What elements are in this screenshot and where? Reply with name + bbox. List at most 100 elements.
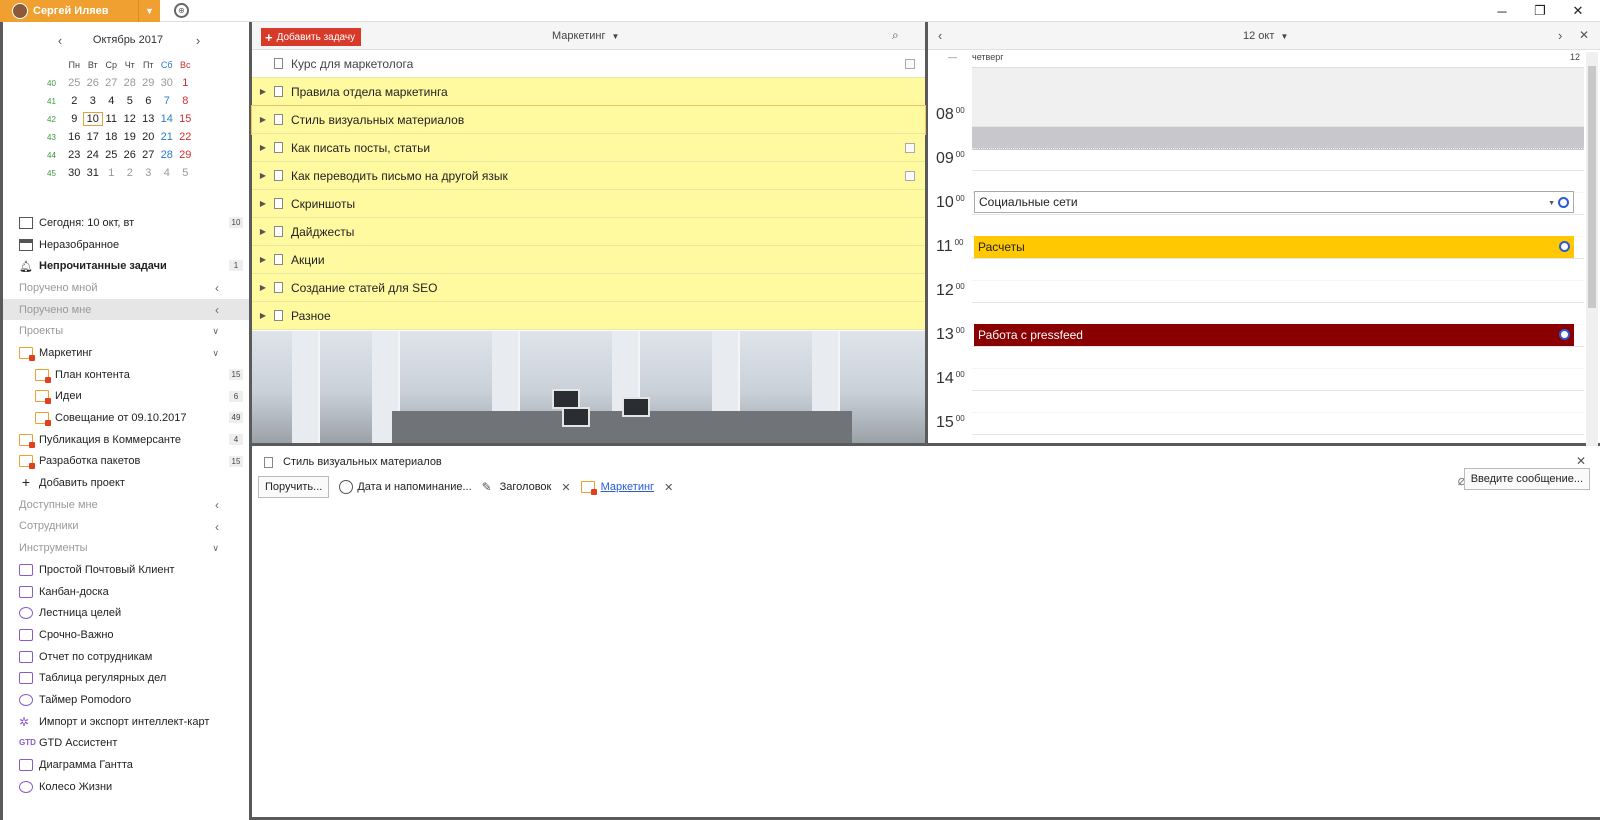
add-task-button[interactable]: + Добавить задачу xyxy=(261,28,361,46)
calendar-day[interactable]: 18 xyxy=(102,131,121,143)
calendar-day[interactable]: 16 xyxy=(65,131,84,143)
all-day-area[interactable] xyxy=(972,68,1584,126)
sidebar-item-ideas[interactable]: Идеи 6 xyxy=(3,386,249,408)
calendar-day[interactable]: 12 xyxy=(121,113,140,125)
add-project-button[interactable]: + Добавить проект xyxy=(3,472,249,494)
calendar-day[interactable]: 19 xyxy=(121,131,140,143)
sidebar-item-content-plan[interactable]: План контента 15 xyxy=(3,364,249,386)
calendar-day[interactable]: 24 xyxy=(84,149,103,161)
tool-kanban[interactable]: Канбан-доска xyxy=(3,581,249,603)
calendar-day[interactable]: 4 xyxy=(102,95,121,107)
restore-icon[interactable]: ❐ xyxy=(1522,0,1558,22)
expand-icon[interactable]: ▶ xyxy=(256,255,270,264)
sidebar-item-publication[interactable]: Публикация в Коммерсанте 4 xyxy=(3,429,249,451)
caret-down-icon[interactable]: ▼ xyxy=(1548,200,1555,207)
project-link[interactable]: Маркетинг xyxy=(601,481,654,493)
calendar-day[interactable]: 1 xyxy=(102,167,121,179)
chevron-down-icon[interactable]: ∨ xyxy=(212,543,219,554)
tool-goal-ladder[interactable]: Лестница целей xyxy=(3,602,249,624)
calendar-day[interactable]: 2 xyxy=(65,95,84,107)
date-selector[interactable]: 12 окт ▼ xyxy=(1243,30,1288,42)
user-menu-button[interactable]: Сергей Иляев ▼ xyxy=(0,0,160,22)
calendar-day[interactable]: 3 xyxy=(139,167,158,179)
close-icon[interactable]: ✕ xyxy=(1560,0,1596,22)
calendar-day[interactable]: 14 xyxy=(158,113,177,125)
calendar-day[interactable]: 5 xyxy=(121,95,140,107)
calendar-day[interactable]: 1 xyxy=(176,77,195,89)
calendar-next-icon[interactable]: › xyxy=(191,34,205,50)
message-button[interactable]: Введите сообщение... xyxy=(1463,468,1590,490)
close-icon[interactable]: ✕ xyxy=(1579,28,1589,42)
task-row[interactable]: ▶ Акции xyxy=(252,246,925,274)
calendar-day[interactable]: 4 xyxy=(158,167,177,179)
calendar-day[interactable]: 8 xyxy=(176,95,195,107)
calendar-day[interactable]: 7 xyxy=(158,95,177,107)
expand-icon[interactable]: ▶ xyxy=(256,143,270,152)
sidebar-item-marketing[interactable]: Маркетинг ∨ xyxy=(3,342,249,364)
task-row[interactable]: ▶ Разное xyxy=(252,302,925,330)
chevron-left-icon[interactable]: ‹ xyxy=(215,498,219,512)
task-row[interactable]: ▶ Как переводить письмо на другой язык xyxy=(252,162,925,190)
search-icon[interactable]: ⌕ xyxy=(892,28,899,43)
chevron-left-icon[interactable]: ‹ xyxy=(938,28,942,43)
tool-gtd[interactable]: GTD GTD Ассистент xyxy=(3,733,249,755)
expand-icon[interactable]: ▶ xyxy=(256,171,270,180)
calendar-day[interactable]: 30 xyxy=(158,77,177,89)
calendar-day[interactable]: 23 xyxy=(65,149,84,161)
calendar-day[interactable]: 28 xyxy=(158,149,177,161)
sidebar-item-unread[interactable]: 🔔︎ Непрочитанные задачи 1 xyxy=(3,255,249,277)
chevron-left-icon[interactable]: ‹ xyxy=(215,520,219,534)
project-selector[interactable]: Маркетинг ▼ xyxy=(552,30,619,42)
chevron-down-icon[interactable]: ∨ xyxy=(212,348,219,359)
remove-icon[interactable]: ✕ xyxy=(664,481,673,494)
sidebar-item-packages[interactable]: Разработка пакетов 15 xyxy=(3,451,249,473)
minimize-icon[interactable]: ─ xyxy=(1484,0,1520,22)
calendar-event[interactable]: Социальные сети ▼ xyxy=(974,191,1574,213)
tool-life-wheel[interactable]: Колесо Жизни xyxy=(3,776,249,798)
tool-pomodoro[interactable]: Таймер Pomodoro xyxy=(3,689,249,711)
expand-icon[interactable]: ▶ xyxy=(256,115,270,124)
calendar-day[interactable]: 29 xyxy=(139,77,158,89)
task-row[interactable]: ▶ Скриншоты xyxy=(252,190,925,218)
task-row[interactable]: ▶ Создание статей для SEO xyxy=(252,274,925,302)
calendar-day[interactable]: 31 xyxy=(84,167,103,179)
project-chip[interactable]: Маркетинг ✕ xyxy=(580,481,673,495)
task-row[interactable]: ▶ Дайджесты xyxy=(252,218,925,246)
expand-icon[interactable]: ▶ xyxy=(256,87,270,96)
section-assigned-by-me[interactable]: Поручено мной ‹ xyxy=(3,277,249,299)
calendar-day[interactable]: 2 xyxy=(121,167,140,179)
chevron-down-icon[interactable]: ∨ xyxy=(212,326,219,337)
section-tools[interactable]: Инструменты ∨ xyxy=(3,537,249,559)
expand-icon[interactable]: ▶ xyxy=(256,311,270,320)
calendar-day[interactable]: 29 xyxy=(176,149,195,161)
collapse-allday-button[interactable]: — xyxy=(948,52,957,62)
chevron-down-icon[interactable]: ▼ xyxy=(138,0,160,22)
expand-icon[interactable]: ▶ xyxy=(256,283,270,292)
section-projects[interactable]: Проекты ∨ xyxy=(3,320,249,342)
calendar-day[interactable]: 25 xyxy=(65,77,84,89)
assign-button[interactable]: Поручить... xyxy=(258,476,330,498)
calendar-day[interactable]: 22 xyxy=(176,131,195,143)
task-row[interactable]: Курс для маркетолога xyxy=(252,50,925,78)
sidebar-item-unsorted[interactable]: Неразобранное xyxy=(3,234,249,256)
calendar-day[interactable]: 27 xyxy=(139,149,158,161)
tool-gantt[interactable]: Диаграмма Гантта xyxy=(3,754,249,776)
tool-regular-tasks[interactable]: Таблица регулярных дел xyxy=(3,667,249,689)
calendar-day[interactable]: 15 xyxy=(176,113,195,125)
expand-icon[interactable]: ▶ xyxy=(256,199,270,208)
calendar-day[interactable]: 6 xyxy=(139,95,158,107)
expand-icon[interactable]: ▶ xyxy=(256,227,270,236)
calendar-day[interactable]: 26 xyxy=(84,77,103,89)
scrollbar-thumb[interactable] xyxy=(1588,66,1596,308)
date-reminder-button[interactable]: Дата и напоминание... xyxy=(339,480,472,494)
calendar-day-today[interactable]: 10 xyxy=(82,112,103,126)
calendar-day[interactable]: 9 xyxy=(65,113,84,125)
calendar-day[interactable]: 28 xyxy=(121,77,140,89)
section-available[interactable]: Доступные мне ‹ xyxy=(3,494,249,516)
calendar-day[interactable]: 20 xyxy=(139,131,158,143)
calendar-day[interactable]: 3 xyxy=(84,95,103,107)
chevron-left-icon[interactable]: ‹ xyxy=(215,303,219,317)
section-employees[interactable]: Сотрудники ‹ xyxy=(3,516,249,538)
header-style-chip[interactable]: ✎ Заголовок ✕ xyxy=(482,480,571,494)
task-row[interactable]: ▶ Как писать посты, статьи xyxy=(252,134,925,162)
